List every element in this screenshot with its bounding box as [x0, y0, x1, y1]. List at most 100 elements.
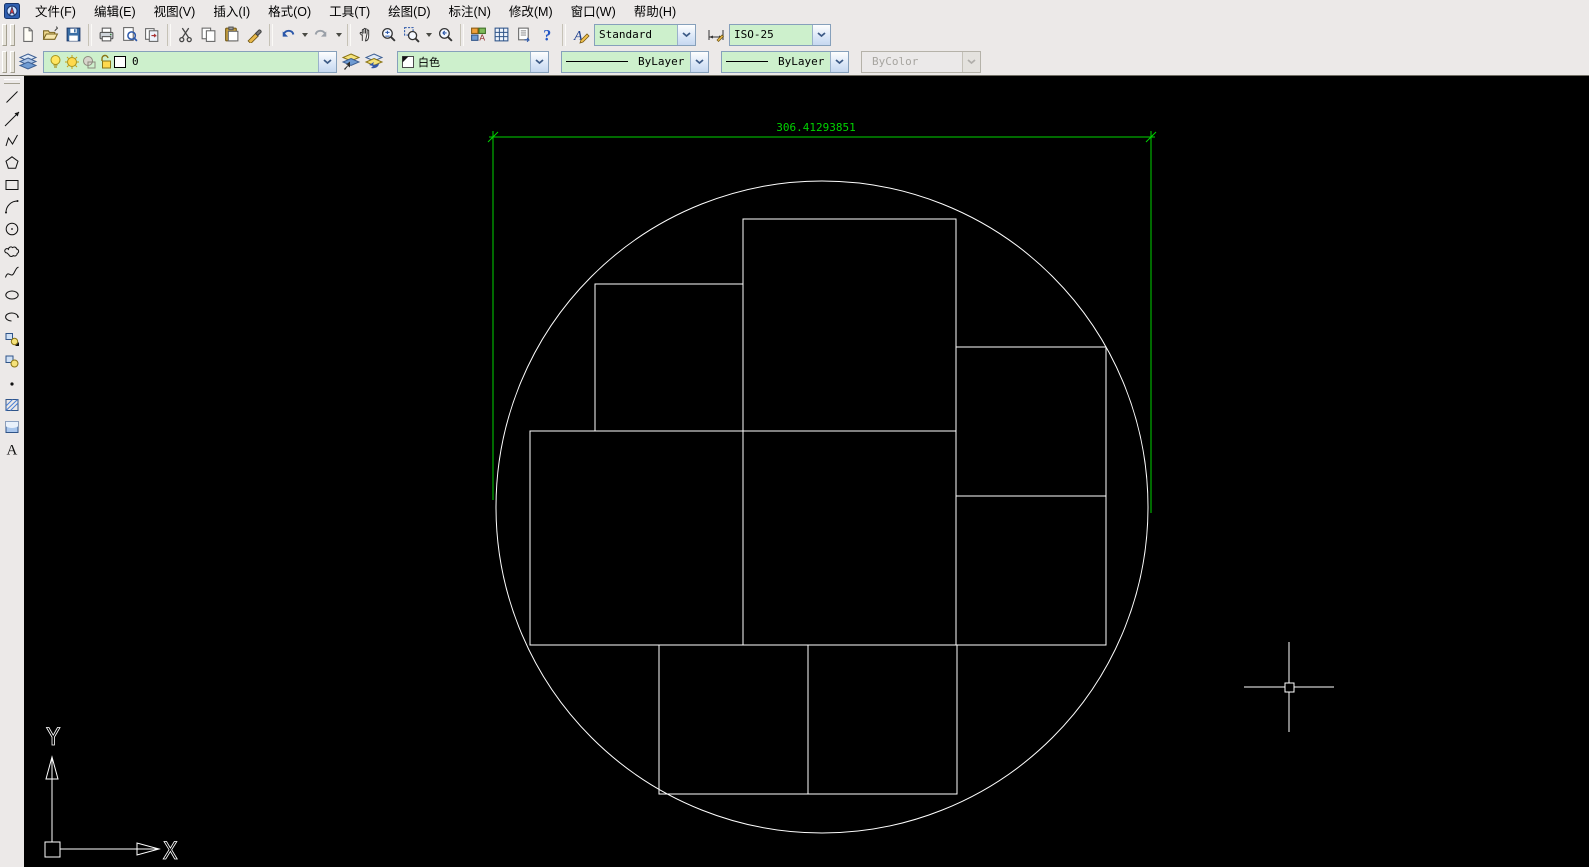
- line-tool-button[interactable]: [1, 86, 23, 108]
- text-style-icon[interactable]: A: [569, 23, 592, 46]
- toolbar-grip[interactable]: [2, 50, 7, 73]
- polyline-tool-button[interactable]: [1, 130, 23, 152]
- color-combo-arrow[interactable]: [530, 51, 548, 72]
- zoom-window-button[interactable]: [400, 23, 423, 46]
- menu-help[interactable]: 帮助(H): [625, 0, 685, 22]
- lineweight-combo-arrow[interactable]: [830, 51, 848, 72]
- redo-button[interactable]: [310, 23, 333, 46]
- cad-rectangle[interactable]: [742, 218, 957, 432]
- ellipse-arc-tool-button[interactable]: [1, 306, 23, 328]
- layer-color-swatch[interactable]: [114, 55, 126, 68]
- text-style-combo-arrow[interactable]: [677, 24, 695, 45]
- open-file-button[interactable]: [39, 23, 62, 46]
- toolbar-separator: [460, 23, 464, 46]
- new-file-button[interactable]: [16, 23, 39, 46]
- cad-circle[interactable]: [495, 180, 1149, 834]
- dim-style-icon[interactable]: [704, 23, 727, 46]
- dim-style-combo-arrow[interactable]: [812, 24, 830, 45]
- insert-block-tool-button[interactable]: [1, 328, 23, 350]
- toolbar-grip[interactable]: [2, 23, 7, 46]
- point-tool-button[interactable]: [1, 372, 23, 394]
- cad-rectangle[interactable]: [955, 346, 1107, 497]
- linetype-combo[interactable]: ByLayer: [561, 50, 709, 73]
- hatch-tool-button[interactable]: [1, 394, 23, 416]
- match-properties-button[interactable]: [243, 23, 266, 46]
- gradient-tool-button[interactable]: [1, 416, 23, 438]
- help-button[interactable]: ?: [536, 23, 559, 46]
- make-block-tool-button[interactable]: [1, 350, 23, 372]
- multiline-text-tool-button[interactable]: A: [1, 438, 23, 460]
- menu-draw[interactable]: 绘图(D): [379, 0, 439, 22]
- match-properties-icon: [247, 29, 262, 43]
- plot-preview-button[interactable]: [118, 23, 141, 46]
- layer-unlock-icon[interactable]: [98, 54, 113, 70]
- paste-button[interactable]: [220, 23, 243, 46]
- properties-palette-button[interactable]: A: [467, 23, 490, 46]
- layer-thaw-sun-icon[interactable]: [64, 54, 80, 70]
- linear-dimension[interactable]: 306.41293851: [487, 121, 1157, 513]
- layer-properties-manager-button[interactable]: [16, 50, 39, 73]
- toolbar-grip[interactable]: [10, 23, 15, 46]
- save-button[interactable]: [62, 23, 85, 46]
- menu-format[interactable]: 格式(O): [259, 0, 320, 22]
- circle-tool-button[interactable]: [1, 218, 23, 240]
- cad-rectangle[interactable]: [955, 495, 1107, 646]
- text-style-combo[interactable]: Standard: [594, 23, 696, 46]
- arc-tool-button[interactable]: [1, 196, 23, 218]
- polygon-icon: [5, 156, 19, 169]
- layer-on-bulb-icon[interactable]: [48, 54, 63, 70]
- linetype-combo-arrow[interactable]: [690, 51, 708, 72]
- cut-button[interactable]: [174, 23, 197, 46]
- menu-insert[interactable]: 插入(I): [204, 0, 259, 22]
- layer-previous-button[interactable]: [362, 50, 385, 73]
- zoom-realtime-button[interactable]: [377, 23, 400, 46]
- cad-rectangle[interactable]: [529, 430, 744, 646]
- polygon-tool-button[interactable]: [1, 152, 23, 174]
- model-space-canvas[interactable]: 306.41293851 Y X: [24, 76, 1589, 867]
- menu-view[interactable]: 视图(V): [145, 0, 205, 22]
- menu-modify[interactable]: 修改(M): [500, 0, 562, 22]
- draw-toolbar: A: [0, 76, 25, 867]
- dim-style-combo[interactable]: ISO-25: [729, 23, 831, 46]
- color-value: 白色: [418, 55, 440, 69]
- layer-combo[interactable]: 0: [43, 50, 337, 73]
- lineweight-combo[interactable]: ByLayer: [721, 50, 849, 73]
- tool-palettes-button[interactable]: [490, 23, 513, 46]
- undo-options-button[interactable]: [299, 23, 310, 46]
- color-combo[interactable]: 白色: [397, 50, 549, 73]
- insert-block-icon: [5, 333, 19, 346]
- layer-state-icons: [44, 52, 126, 72]
- ellipse-tool-button[interactable]: [1, 284, 23, 306]
- menu-dimension[interactable]: 标注(N): [440, 0, 500, 22]
- layer-vp-freeze-icon[interactable]: [81, 54, 97, 70]
- toolbar-grip[interactable]: [10, 50, 15, 73]
- make-object-layer-current-button[interactable]: [339, 50, 362, 73]
- pan-button[interactable]: [354, 23, 377, 46]
- cad-rectangle[interactable]: [742, 430, 957, 646]
- publish-button[interactable]: [141, 23, 164, 46]
- zoom-previous-icon: [439, 28, 453, 42]
- undo-icon: [282, 29, 295, 37]
- plot-button[interactable]: [95, 23, 118, 46]
- rectangle-tool-button[interactable]: [1, 174, 23, 196]
- layer-combo-arrow[interactable]: [318, 51, 336, 72]
- revision-cloud-tool-button[interactable]: [1, 240, 23, 262]
- construction-line-tool-button[interactable]: [1, 108, 23, 130]
- copy-button[interactable]: [197, 23, 220, 46]
- zoom-options-button[interactable]: [423, 23, 434, 46]
- redo-options-button[interactable]: [333, 23, 344, 46]
- zoom-previous-button[interactable]: [434, 23, 457, 46]
- sheet-set-manager-button[interactable]: [513, 23, 536, 46]
- menu-file[interactable]: 文件(F): [26, 0, 85, 22]
- lineweight-value: ByLayer: [778, 55, 825, 68]
- cad-rectangle[interactable]: [658, 644, 809, 795]
- toolbar-grip[interactable]: [4, 79, 20, 84]
- menu-edit[interactable]: 编辑(E): [85, 0, 145, 22]
- menu-window[interactable]: 窗口(W): [562, 0, 625, 22]
- cad-rectangle[interactable]: [807, 644, 958, 795]
- cad-rectangle[interactable]: [594, 283, 744, 432]
- undo-button[interactable]: [276, 23, 299, 46]
- menu-tools[interactable]: 工具(T): [320, 0, 379, 22]
- cad-drawing[interactable]: 306.41293851YX: [24, 76, 1589, 867]
- spline-tool-button[interactable]: [1, 262, 23, 284]
